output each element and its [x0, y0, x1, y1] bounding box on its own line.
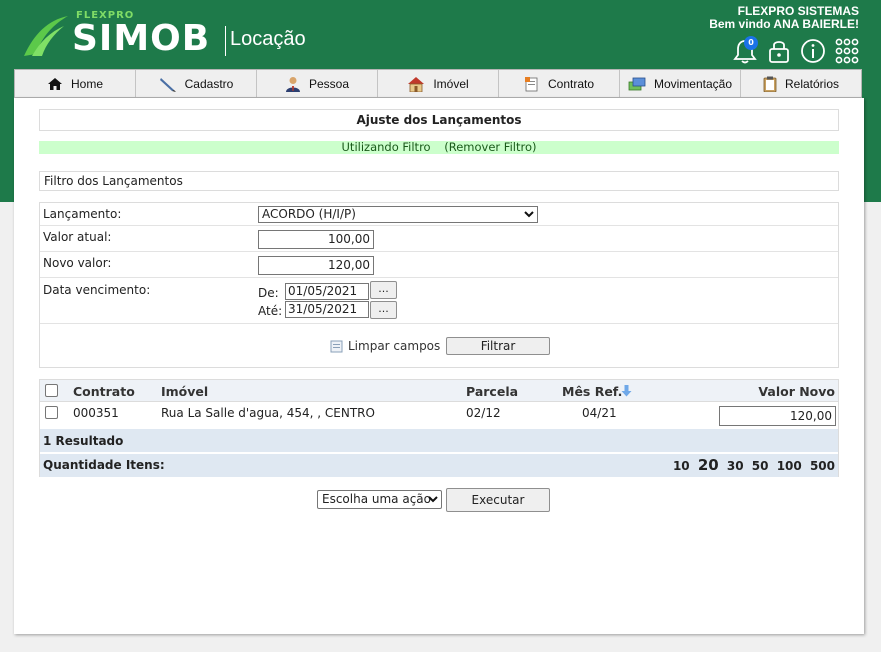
- remove-filter-link[interactable]: (Remover Filtro): [444, 140, 536, 154]
- action-selected: Escolha uma ação: [322, 492, 431, 506]
- notifications-button[interactable]: 0: [731, 36, 759, 65]
- row-valor-atual: Valor atual: 100,00: [40, 226, 838, 252]
- table-row: 000351 Rua La Salle d'agua, 454, , CENTR…: [40, 402, 838, 428]
- main-nav: Home Cadastro Pessoa Imóvel Contrato Mov…: [14, 69, 862, 98]
- ate-label: Até:: [258, 304, 283, 318]
- cell-parcela: 02/12: [466, 406, 501, 420]
- page-size-selector: 10 20 30 50 100 500: [669, 454, 835, 478]
- col-mes-ref[interactable]: Mês Ref.: [562, 384, 622, 399]
- novo-valor-input[interactable]: 120,00: [258, 256, 374, 275]
- execute-button[interactable]: Executar: [446, 488, 550, 512]
- select-all-checkbox[interactable]: [45, 384, 58, 397]
- nav-label-imovel: Imóvel: [433, 76, 469, 91]
- results-grid: Contrato Imóvel Parcela Mês Ref. Valor N…: [39, 379, 839, 477]
- date-from-picker-button[interactable]: ...: [370, 281, 397, 299]
- filter-status-bar: Utilizando Filtro (Remover Filtro): [39, 141, 839, 154]
- info-icon: [801, 39, 825, 63]
- col-valor-novo[interactable]: Valor Novo: [758, 384, 835, 399]
- app-logo[interactable]: FLEXPRO SIMOB Locação: [20, 8, 320, 64]
- welcome-text: Bem vindo ANA BAIERLE!: [709, 17, 859, 31]
- data-venc-label: Data vencimento:: [43, 283, 151, 297]
- nav-item-imovel[interactable]: Imóvel: [378, 70, 499, 97]
- sort-down-icon[interactable]: [621, 385, 632, 397]
- nav-item-home[interactable]: Home: [15, 70, 136, 97]
- page-size-10[interactable]: 10: [673, 459, 690, 473]
- nav-item-cadastro[interactable]: Cadastro: [136, 70, 257, 97]
- nav-item-contrato[interactable]: Contrato: [499, 70, 620, 97]
- content-panel: Ajuste dos Lançamentos Utilizando Filtro…: [14, 98, 864, 634]
- nav-label-relatorios: Relatórios: [784, 76, 840, 91]
- clear-fields-label: Limpar campos: [348, 339, 441, 353]
- page-size-50[interactable]: 50: [752, 459, 769, 473]
- valor-atual-label: Valor atual:: [43, 230, 112, 244]
- action-select[interactable]: Escolha uma ação: [317, 490, 442, 509]
- grid-header: Contrato Imóvel Parcela Mês Ref. Valor N…: [40, 380, 838, 402]
- company-info: FLEXPRO SISTEMAS Bem vindo ANA BAIERLE!: [709, 5, 859, 31]
- grid-footer-pagesize: Quantidade Itens: 10 20 30 50 100 500: [40, 454, 838, 477]
- lancamento-selected: ACORDO (H/I/P): [262, 207, 356, 221]
- nav-label-pessoa: Pessoa: [308, 76, 350, 91]
- nav-item-pessoa[interactable]: Pessoa: [257, 70, 378, 97]
- filter-button[interactable]: Filtrar: [446, 337, 550, 355]
- apps-grid-icon: [835, 38, 859, 64]
- clear-fields-button[interactable]: Limpar campos: [330, 339, 440, 353]
- lancamento-select[interactable]: ACORDO (H/I/P): [258, 206, 538, 223]
- qty-label: Quantidade Itens:: [43, 458, 165, 472]
- logo-swoosh-icon: [24, 16, 68, 56]
- pen-icon: [159, 77, 176, 92]
- page-size-100[interactable]: 100: [777, 459, 802, 473]
- cell-imovel: Rua La Salle d'agua, 454, , CENTRO: [161, 406, 375, 420]
- info-button[interactable]: [799, 37, 827, 65]
- row-checkbox[interactable]: [45, 406, 58, 419]
- cell-contrato: 000351: [73, 406, 119, 420]
- de-label: De:: [258, 286, 279, 300]
- col-contrato[interactable]: Contrato: [73, 384, 135, 399]
- chevron-down-icon: [524, 211, 534, 218]
- clipboard-icon: [763, 76, 777, 92]
- eraser-icon: [330, 340, 343, 352]
- nav-label-movimentacao: Movimentação: [653, 76, 733, 91]
- date-from-input[interactable]: 01/05/2021: [285, 283, 369, 300]
- date-to-picker-button[interactable]: ...: [370, 301, 397, 319]
- page-title: Ajuste dos Lançamentos: [39, 109, 839, 131]
- apps-button[interactable]: [833, 37, 861, 65]
- row-data-vencimento: Data vencimento: De: 01/05/2021 ... Até:…: [40, 278, 838, 324]
- brand-subtitle: Locação: [230, 28, 306, 50]
- filter-form: Lançamento: ACORDO (H/I/P) Valor atual: …: [39, 202, 839, 368]
- header-icons: 0: [731, 36, 861, 65]
- brand-separator: [225, 26, 226, 56]
- home-icon: [47, 77, 62, 90]
- nav-item-movimentacao[interactable]: Movimentação: [620, 70, 741, 97]
- result-count: 1 Resultado: [40, 429, 838, 453]
- document-icon: [524, 76, 538, 91]
- notification-badge: 0: [744, 36, 758, 50]
- col-imovel[interactable]: Imóvel: [161, 384, 208, 399]
- filter-status-text: Utilizando Filtro: [341, 140, 431, 154]
- novo-valor-label: Novo valor:: [43, 256, 112, 270]
- cell-mes-ref: 04/21: [582, 406, 617, 420]
- brand-name: SIMOB: [72, 18, 211, 59]
- filter-section-title: Filtro dos Lançamentos: [39, 171, 839, 191]
- cell-valor-novo-input[interactable]: 120,00: [719, 406, 836, 426]
- lock-icon: [769, 41, 789, 63]
- chevron-down-icon: [428, 496, 438, 503]
- lancamento-label: Lançamento:: [43, 207, 122, 221]
- row-novo-valor: Novo valor: 120,00: [40, 252, 838, 278]
- row-lancamento: Lançamento: ACORDO (H/I/P): [40, 203, 838, 226]
- nav-label-home: Home: [70, 76, 103, 91]
- lock-button[interactable]: [765, 37, 793, 65]
- col-parcela[interactable]: Parcela: [466, 384, 518, 399]
- house-icon: [408, 76, 425, 92]
- money-icon: [628, 77, 646, 90]
- nav-label-cadastro: Cadastro: [184, 76, 234, 91]
- date-to-input[interactable]: 31/05/2021: [285, 301, 369, 318]
- person-icon: [285, 76, 300, 92]
- nav-label-contrato: Contrato: [547, 76, 595, 91]
- page-size-500[interactable]: 500: [810, 459, 835, 473]
- nav-item-relatorios[interactable]: Relatórios: [741, 70, 861, 97]
- valor-atual-input[interactable]: 100,00: [258, 230, 374, 249]
- page-size-20[interactable]: 20: [698, 456, 719, 474]
- page-size-30[interactable]: 30: [727, 459, 744, 473]
